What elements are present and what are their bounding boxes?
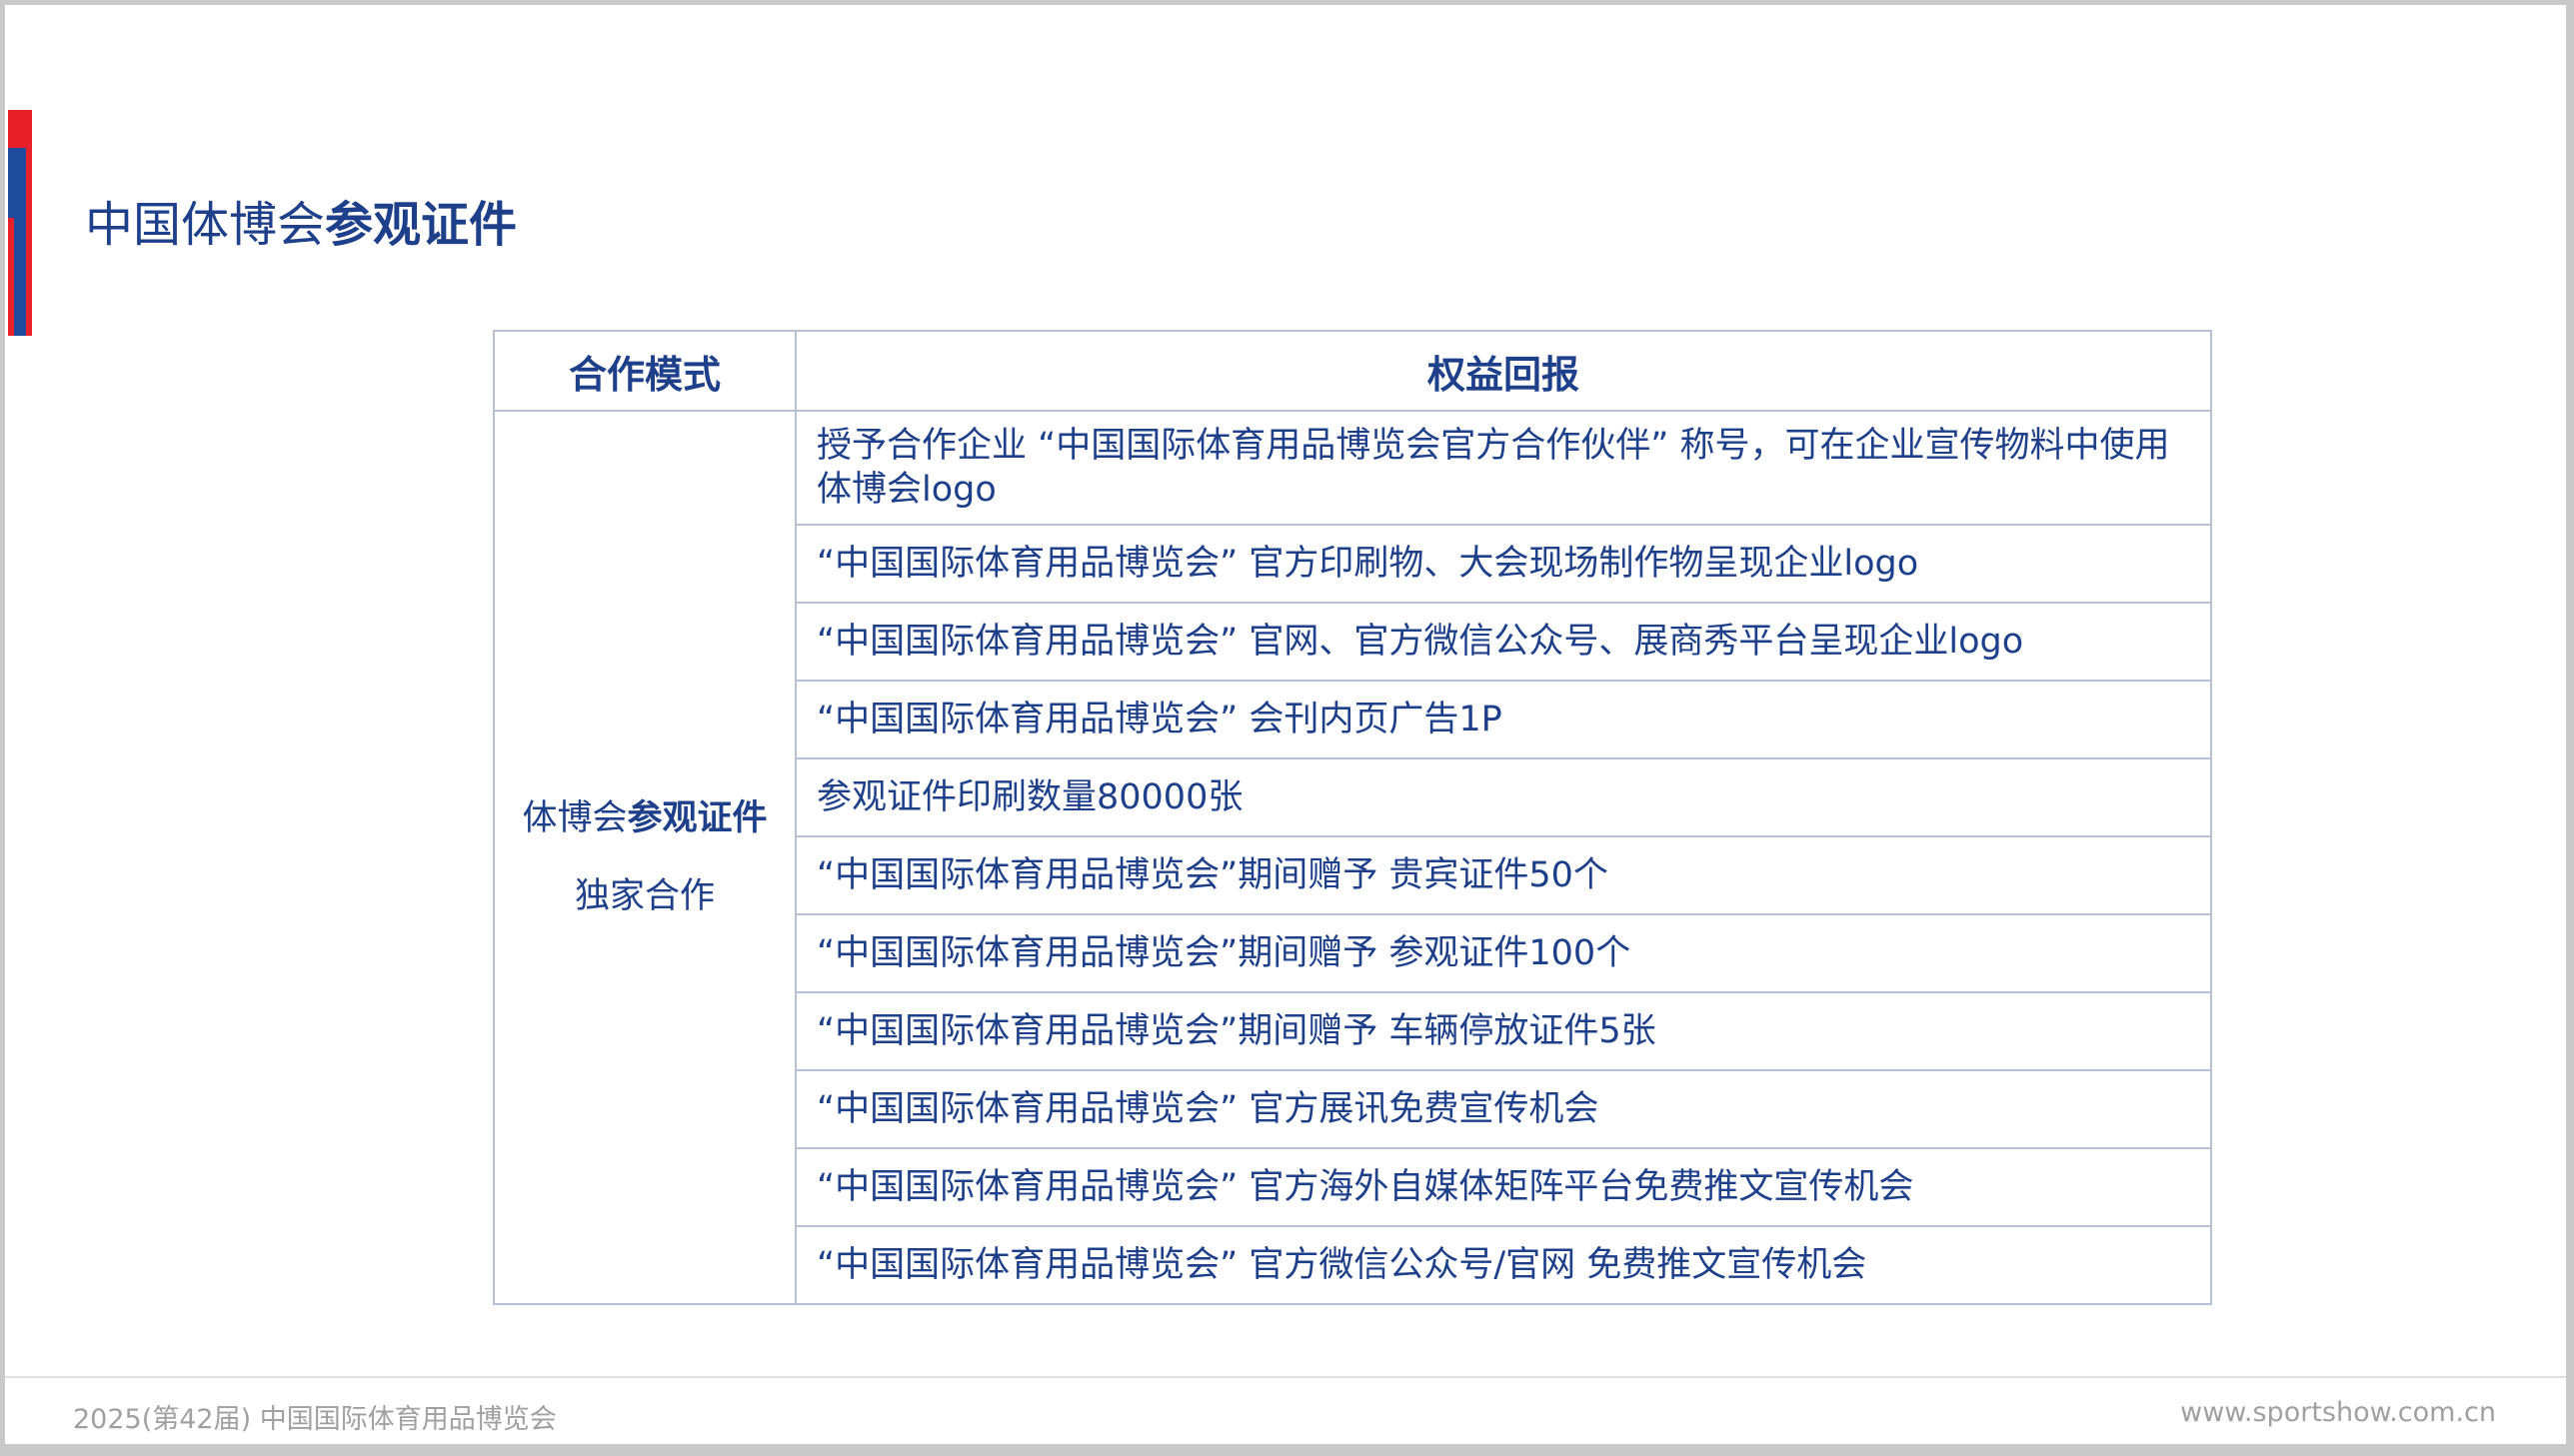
benefit-item: “中国国际体育用品博览会” 官方印刷物、大会现场制作物呈现企业logo: [795, 524, 2212, 604]
title-normal: 中国体博会: [85, 197, 326, 253]
header-mode: 合作模式: [493, 330, 797, 412]
table-header-row: 合作模式 权益回报: [493, 330, 2212, 412]
benefit-item: “中国国际体育用品博览会” 官方海外自媒体矩阵平台免费推文宣传机会: [795, 1147, 2212, 1227]
benefits-table: 合作模式 权益回报 体博会参观证件 独家合作 授予合作企业 “中国国际体育用品博…: [493, 330, 2212, 1305]
footer-event-name: 2025(第42届) 中国国际体育用品博览会: [73, 1404, 557, 1435]
accent-bars: [8, 110, 32, 336]
table-row: 体博会参观证件 独家合作 授予合作企业 “中国国际体育用品博览会官方合作伙伴” …: [493, 410, 2212, 1305]
slide: 中国体博会参观证件 合作模式 权益回报 体博会参观证件 独家合作 授予合作企业 …: [5, 5, 2566, 1444]
mode-line1-bold: 参观证件: [627, 798, 768, 838]
benefit-item: “中国国际体育用品博览会” 官方展讯免费宣传机会: [795, 1069, 2212, 1149]
benefit-item: “中国国际体育用品博览会” 会刊内页广告1P: [795, 680, 2212, 759]
mode-line1-normal: 体博会: [522, 798, 628, 838]
benefit-item: “中国国际体育用品博览会”期间赠予 贵宾证件50个: [795, 835, 2212, 915]
footer-divider: [5, 1376, 2566, 1378]
benefit-item: 参观证件印刷数量80000张: [795, 757, 2212, 837]
footer-website: www.sportshow.com.cn: [2180, 1397, 2496, 1428]
benefit-item: 授予合作企业 “中国国际体育用品博览会官方合作伙伴” 称号，可在企业宣传物料中使…: [795, 410, 2212, 526]
benefit-item: “中国国际体育用品博览会” 官方微信公众号/官网 免费推文宣传机会: [795, 1225, 2212, 1305]
mode-cell: 体博会参观证件 独家合作: [493, 410, 797, 1305]
benefit-item: “中国国际体育用品博览会”期间赠予 车辆停放证件5张: [795, 991, 2212, 1071]
benefit-item: “中国国际体育用品博览会” 官网、官方微信公众号、展商秀平台呈现企业logo: [795, 602, 2212, 682]
header-benefits: 权益回报: [795, 330, 2212, 412]
benefit-item: “中国国际体育用品博览会”期间赠予 参观证件100个: [795, 913, 2212, 993]
mode-line2: 独家合作: [574, 876, 715, 916]
title-bold: 参观证件: [325, 197, 518, 253]
page-title: 中国体博会参观证件: [85, 185, 517, 255]
